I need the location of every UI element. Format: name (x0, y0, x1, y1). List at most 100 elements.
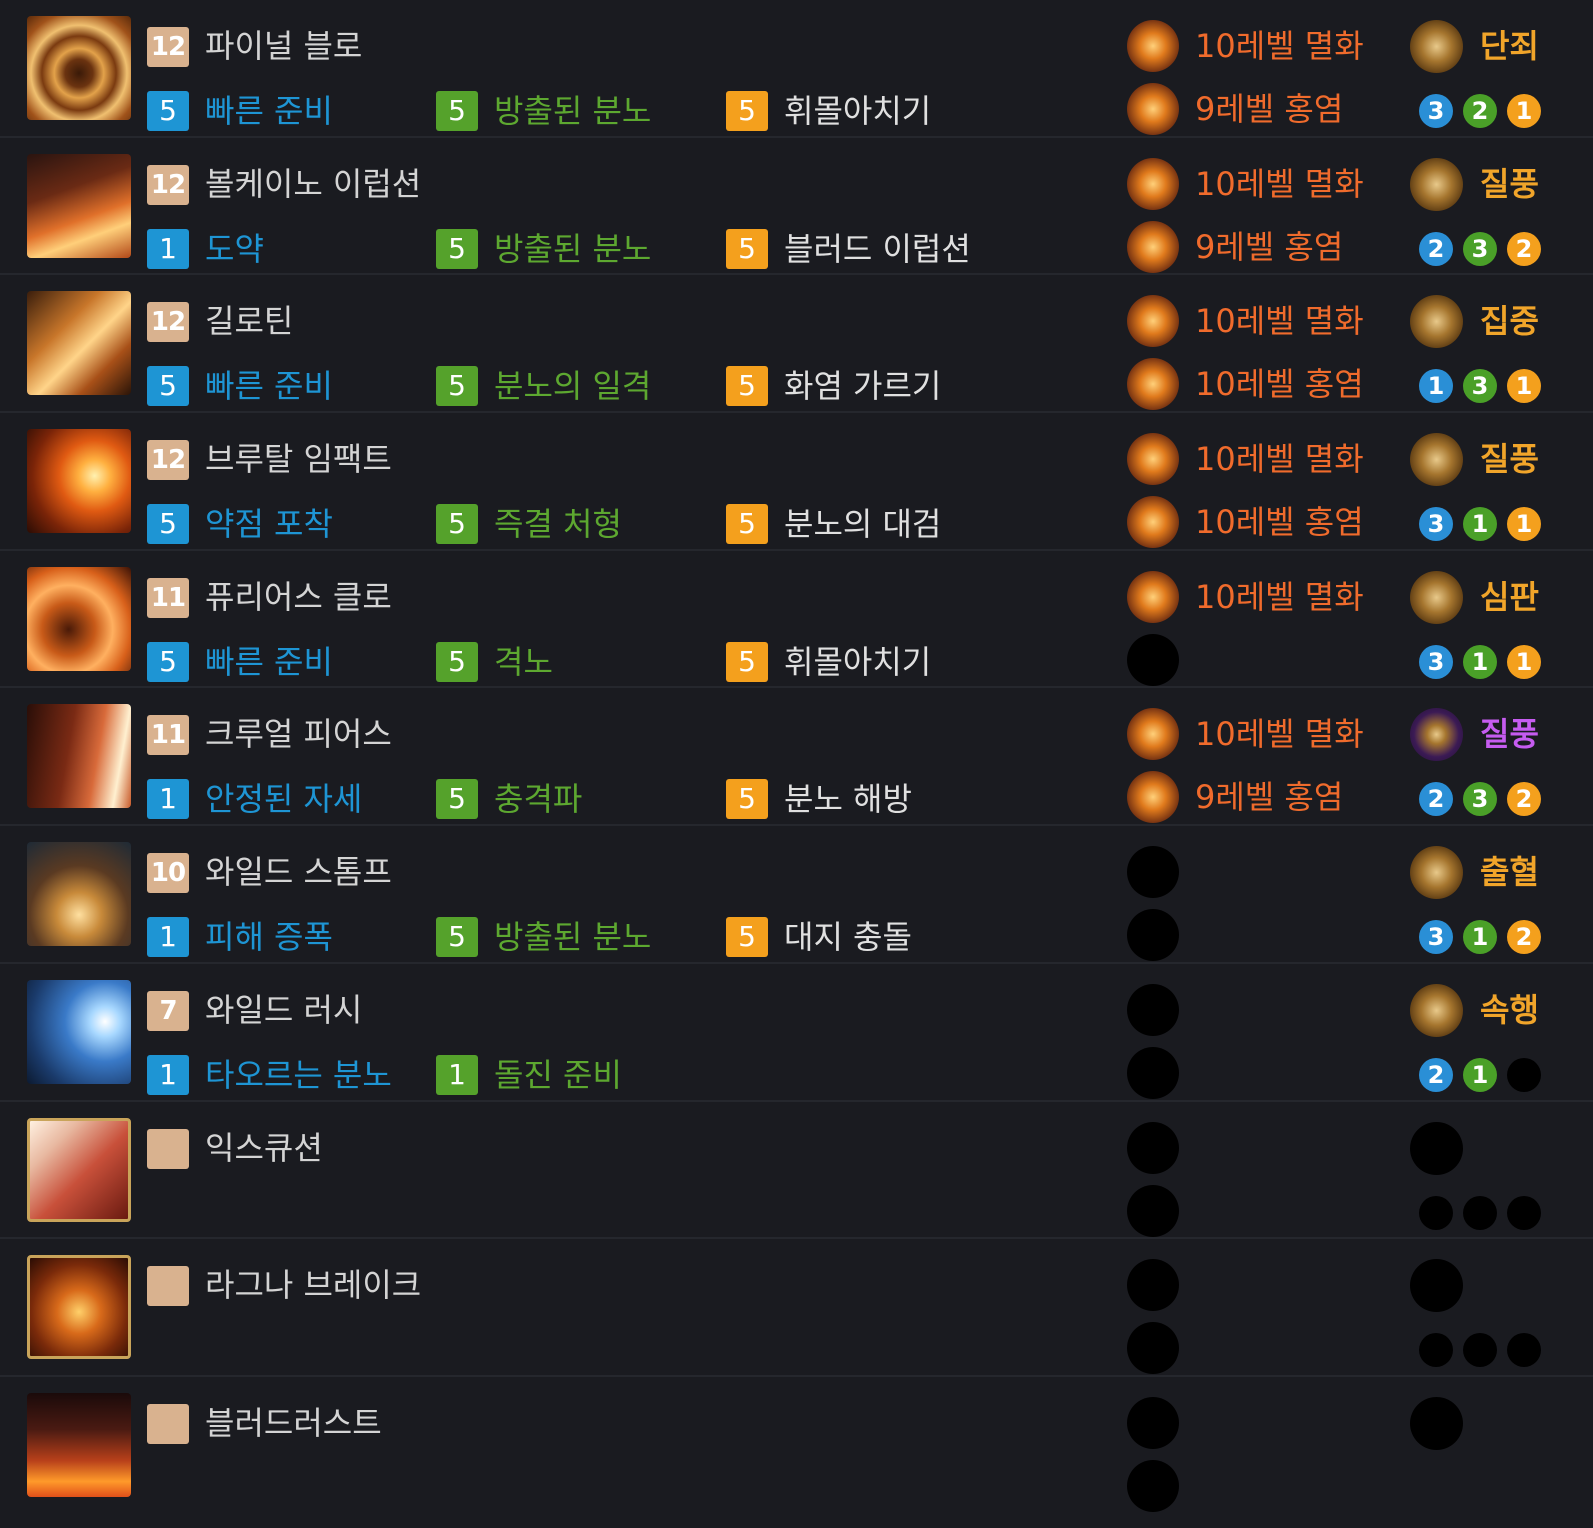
tripod-level: 5 (436, 641, 478, 682)
empty-gem-slot-icon[interactable] (1127, 1259, 1179, 1312)
tripod-name: 피해 증폭 (205, 918, 333, 957)
gem-icon[interactable] (1127, 570, 1179, 623)
gem-icon[interactable] (1127, 358, 1179, 411)
rune-icon[interactable] (1410, 983, 1463, 1037)
stat-dot: 1 (1507, 507, 1541, 542)
guillotine-slash-icon[interactable] (27, 291, 131, 396)
skill-row[interactable]: 익스큐션 (0, 1102, 1593, 1240)
empty-gem-slot-icon[interactable] (1127, 1322, 1179, 1375)
tripod-level: 5 (726, 779, 768, 820)
gem-icon[interactable] (1127, 771, 1179, 824)
tripod-name: 휘몰아치기 (784, 92, 932, 130)
wild-stomp-icon[interactable] (27, 842, 131, 947)
skill-row[interactable]: 12 브루탈 임팩트 5 약점 포착 5 즉결 처형 5 분노의 대검 10레벨 멸화 10레벨 … (0, 413, 1593, 551)
tripod-level: 5 (726, 366, 768, 407)
gem-label: 10레벨 멸화 (1195, 715, 1364, 754)
gem-icon[interactable] (1127, 433, 1179, 486)
skill-level-badge: 12 (147, 302, 189, 343)
gem-label: 10레벨 멸화 (1195, 440, 1364, 479)
rune-icon[interactable] (1410, 295, 1463, 349)
tripod-level: 5 (726, 91, 768, 131)
stat-dot (1419, 1333, 1453, 1368)
rune-label: 집중 (1480, 302, 1539, 341)
gem-icon[interactable] (1127, 708, 1179, 761)
stat-dot (1419, 1195, 1453, 1230)
stat-dot (1463, 1195, 1497, 1230)
brutal-impact-icon[interactable] (27, 429, 131, 534)
empty-rune-slot-icon[interactable] (1410, 1396, 1463, 1450)
rune-label: 질풍 (1480, 164, 1539, 203)
gem-label: 10레벨 멸화 (1195, 164, 1364, 203)
empty-gem-slot-icon[interactable] (1127, 1046, 1179, 1099)
empty-gem-slot-icon[interactable] (1127, 1396, 1179, 1449)
empty-gem-slot-icon[interactable] (1127, 1184, 1179, 1237)
cruel-pierce-icon[interactable] (27, 704, 131, 809)
tripod-name: 빠른 준비 (205, 367, 333, 406)
rune-icon[interactable] (1410, 157, 1463, 211)
empty-rune-slot-icon[interactable] (1410, 1121, 1463, 1175)
skill-level-badge: 10 (147, 853, 189, 894)
rune-icon[interactable] (1410, 20, 1463, 73)
empty-gem-slot-icon[interactable] (1127, 1121, 1179, 1174)
skill-row[interactable]: 블러드러스트 (0, 1377, 1593, 1515)
swirl-strike-icon[interactable] (27, 16, 131, 120)
skill-row[interactable]: 12 파이널 블로 5 빠른 준비 5 방출된 분노 5 휘몰아치기 10레벨 멸화 9레벨 홍염… (0, 0, 1593, 138)
tripod-name: 분노 해방 (784, 780, 912, 819)
skill-row[interactable]: 11 퓨리어스 클로 5 빠른 준비 5 격노 5 휘몰아치기 10레벨 멸화 심판 3 1 1 (0, 551, 1593, 689)
rune-icon[interactable] (1410, 570, 1463, 624)
skill-row[interactable]: 10 와일드 스톰프 1 피해 증폭 5 방출된 분노 5 대지 충돌 출혈 3 1 2 (0, 826, 1593, 964)
skill-row[interactable]: 11 크루얼 피어스 1 안정된 자세 5 충격파 5 분노 해방 10레벨 멸화 9레벨 홍염 질… (0, 688, 1593, 827)
rune-label: 단죄 (1480, 27, 1539, 65)
empty-gem-slot-icon[interactable] (1127, 909, 1179, 962)
tripod-name: 충격파 (494, 780, 583, 819)
tripod-name: 도약 (205, 229, 264, 268)
rune-icon[interactable] (1410, 846, 1463, 900)
rune-icon[interactable] (1410, 708, 1463, 762)
skill-name: 길로틴 (205, 302, 294, 341)
skill-name: 블러드러스트 (205, 1403, 382, 1442)
tripod-name: 대지 충돌 (784, 918, 912, 957)
gem-label: 10레벨 홍염 (1195, 365, 1364, 404)
skill-row[interactable]: 12 볼케이노 이럽션 1 도약 5 방출된 분노 5 블러드 이럽션 10레벨 멸화 9레벨 홍… (0, 138, 1593, 276)
stat-dot: 3 (1419, 94, 1453, 128)
rune-label: 속행 (1480, 990, 1539, 1029)
skill-name: 라그나 브레이크 (205, 1266, 422, 1305)
gem-icon[interactable] (1127, 295, 1179, 348)
sword-eruption-icon[interactable] (27, 153, 131, 258)
skill-row[interactable]: 7 와일드 러시 1 타오르는 분노 1 돌진 준비 속행 2 1 (0, 964, 1593, 1102)
bloodlust-demon-icon[interactable] (27, 1392, 131, 1497)
execution-icon[interactable] (27, 1117, 131, 1222)
tripod-name: 화염 가르기 (784, 367, 942, 406)
gem-label: 10레벨 홍염 (1195, 503, 1364, 542)
skill-level-badge: 12 (147, 164, 189, 205)
tripod-name: 분노의 대검 (784, 505, 942, 544)
gem-icon[interactable] (1127, 83, 1179, 135)
rune-label: 심판 (1480, 577, 1539, 616)
stat-dot (1507, 1057, 1541, 1092)
tripod-level: 5 (726, 641, 768, 682)
tripod-level: 1 (147, 917, 189, 958)
gem-icon[interactable] (1127, 157, 1179, 210)
empty-rune-slot-icon[interactable] (1410, 1259, 1463, 1313)
rune-icon[interactable] (1410, 433, 1463, 487)
ragna-break-icon[interactable] (27, 1255, 131, 1360)
gem-icon[interactable] (1127, 496, 1179, 549)
tripod-level: 5 (726, 504, 768, 545)
skill-row[interactable]: 12 길로틴 5 빠른 준비 5 분노의 일격 5 화염 가르기 10레벨 멸화 10레벨 홍염 집… (0, 275, 1593, 414)
tripod-name: 분노의 일격 (494, 367, 652, 406)
stat-dot: 1 (1507, 94, 1541, 128)
empty-gem-slot-icon[interactable] (1127, 846, 1179, 899)
tripod-level: 5 (436, 91, 478, 131)
empty-gem-slot-icon[interactable] (1127, 633, 1179, 686)
skill-row[interactable]: 라그나 브레이크 (0, 1239, 1593, 1377)
gem-icon[interactable] (1127, 220, 1179, 273)
tripod-level: 5 (147, 366, 189, 407)
skill-level-badge: 11 (147, 715, 189, 756)
stat-dot: 1 (1463, 507, 1497, 542)
wild-rush-icon[interactable] (27, 979, 131, 1084)
tripod-name: 블러드 이럽션 (784, 229, 971, 268)
furious-claw-icon[interactable] (27, 566, 131, 671)
empty-gem-slot-icon[interactable] (1127, 983, 1179, 1036)
empty-gem-slot-icon[interactable] (1127, 1459, 1179, 1512)
gem-icon[interactable] (1127, 20, 1179, 72)
